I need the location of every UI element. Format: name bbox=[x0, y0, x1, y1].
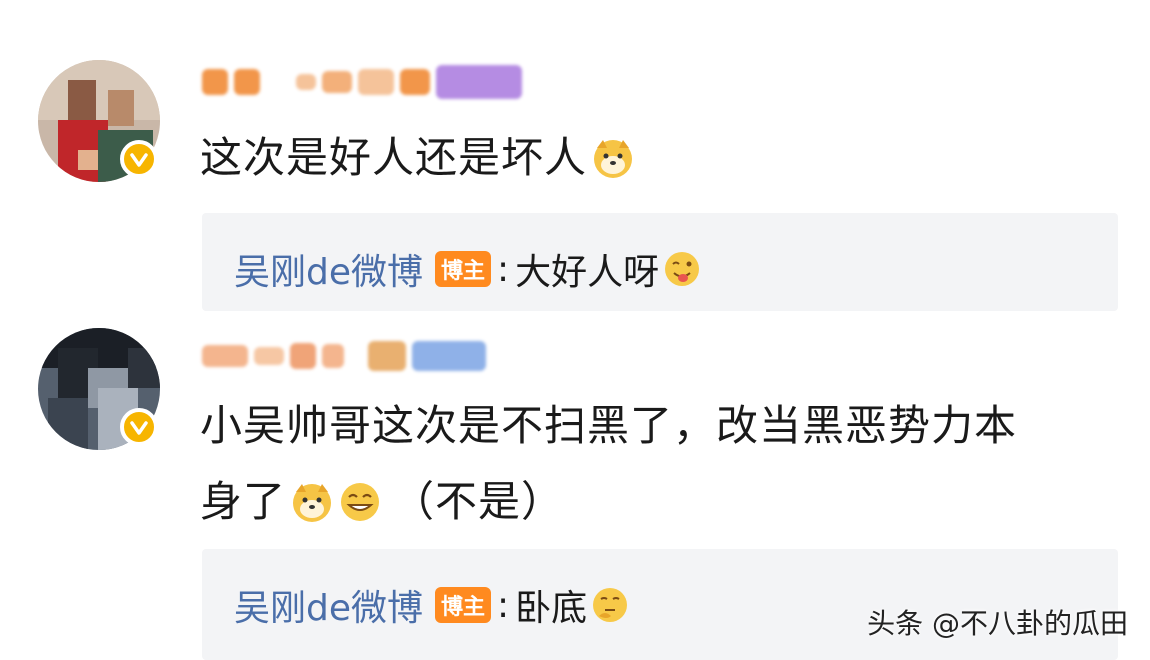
reply-colon: : bbox=[497, 584, 510, 626]
username-blurred[interactable] bbox=[202, 60, 522, 104]
reply-text: 卧底 bbox=[515, 588, 588, 629]
doge-emoji-icon bbox=[290, 480, 334, 524]
comment-1: 这次是好人还是坏人 吴刚de微博 博主 : 大好人呀 bbox=[0, 0, 1150, 320]
comment-text: 小吴帅哥这次是不扫黑了，改当黑恶势力本 身了 （不是） bbox=[200, 401, 1018, 526]
reply-author-link[interactable]: 吴刚de微博 bbox=[234, 243, 423, 295]
reply-box: 吴刚de微博 博主 : 大好人呀 bbox=[202, 213, 1118, 311]
verified-badge-icon bbox=[120, 408, 158, 446]
comment-text: 这次是好人还是坏人 bbox=[200, 128, 635, 188]
grin-emoji-icon bbox=[338, 480, 382, 524]
username-blurred[interactable] bbox=[202, 334, 486, 378]
tongue-emoji-icon bbox=[663, 250, 701, 288]
blogger-badge: 博主 bbox=[435, 587, 492, 623]
reply-colon: : bbox=[497, 248, 510, 290]
blogger-badge: 博主 bbox=[435, 251, 492, 287]
doge-emoji-icon bbox=[591, 136, 635, 180]
reply-author-link[interactable]: 吴刚de微博 bbox=[234, 579, 423, 631]
verified-badge-icon bbox=[120, 140, 158, 178]
thinking-emoji-icon bbox=[591, 586, 629, 624]
avatar[interactable] bbox=[38, 60, 160, 182]
avatar[interactable] bbox=[38, 328, 160, 450]
reply-text: 大好人呀 bbox=[515, 252, 660, 293]
watermark: 头条 @不八卦的瓜田 bbox=[867, 607, 1128, 640]
